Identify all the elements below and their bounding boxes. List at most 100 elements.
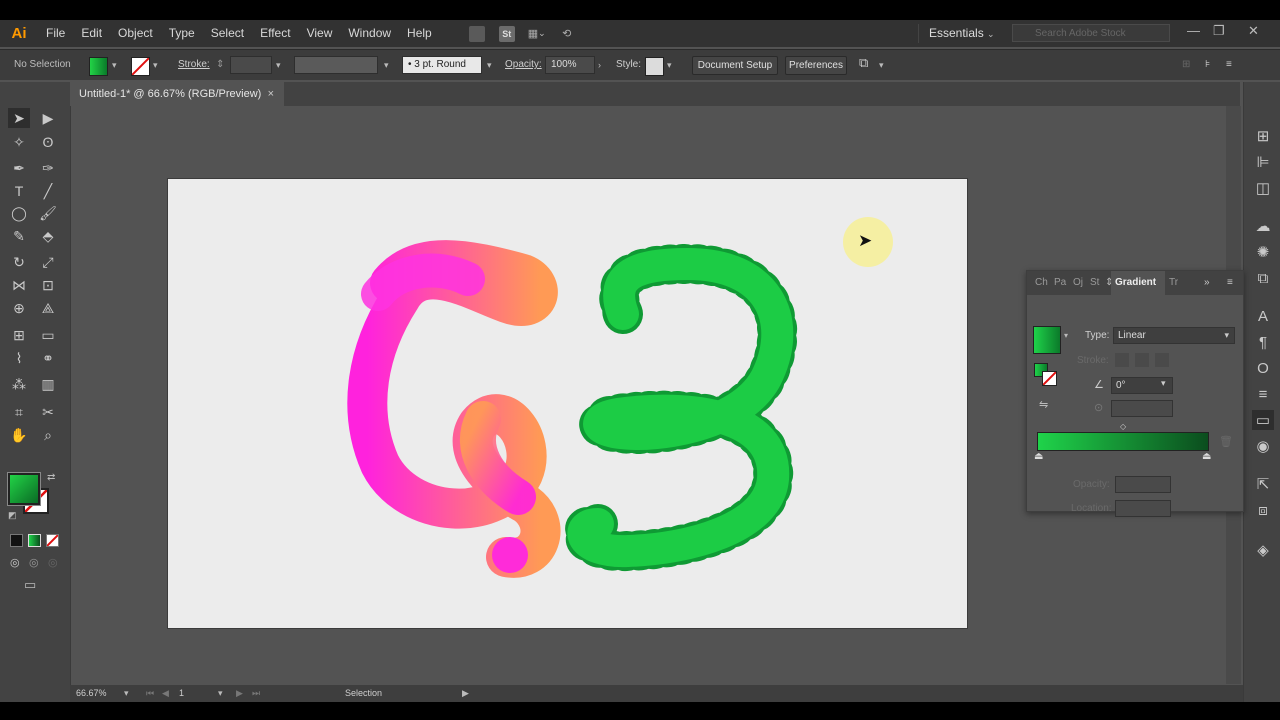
symbol-sprayer-icon[interactable]: ⁂	[8, 374, 30, 394]
preferences-button[interactable]: Preferences	[785, 56, 847, 75]
fill-color-box[interactable]	[8, 473, 40, 505]
menu-file[interactable]: File	[38, 20, 73, 47]
last-artboard-icon[interactable]: ⏭	[252, 685, 260, 702]
letter-g-artwork[interactable]	[347, 240, 561, 578]
arrange-icon[interactable]: ⧉	[859, 55, 868, 71]
direct-selection-tool-icon[interactable]: ▶	[37, 108, 59, 128]
document-tab[interactable]: Untitled-1* @ 66.67% (RGB/Preview) ×	[70, 82, 284, 106]
tab-stroke[interactable]: St	[1090, 271, 1099, 295]
stroke-panel-icon[interactable]: ≡	[1252, 384, 1274, 404]
arrange-documents-icon[interactable]: ▦ ⌄	[526, 25, 548, 43]
control-bar-menu-icon[interactable]: ≡	[1226, 57, 1232, 73]
gradient-ramp[interactable]	[1037, 432, 1209, 451]
menu-select[interactable]: Select	[203, 20, 252, 47]
tab-gradient[interactable]: Gradient	[1111, 271, 1165, 295]
opacity-arrow-icon[interactable]: ›	[598, 57, 601, 73]
rotate-tool-icon[interactable]: ↻	[8, 252, 30, 272]
brush-chevron-icon[interactable]: ▾	[487, 57, 492, 73]
menu-view[interactable]: View	[299, 20, 341, 47]
tab-character[interactable]: Ch	[1035, 271, 1048, 295]
menu-edit[interactable]: Edit	[73, 20, 110, 47]
color-guide-icon[interactable]: ✺	[1252, 242, 1274, 262]
prev-artboard-icon[interactable]: ◀	[162, 685, 169, 702]
stroke-indicator[interactable]	[1042, 371, 1057, 386]
mesh-tool-icon[interactable]: ⊞	[8, 325, 30, 345]
artboards-panel-icon[interactable]: ⧈	[1252, 500, 1274, 520]
gradient-mode-icon[interactable]	[28, 534, 41, 547]
pencil-tool-icon[interactable]: ✎	[8, 226, 30, 246]
curvature-tool-icon[interactable]: ✑	[37, 158, 59, 178]
menu-type[interactable]: Type	[161, 20, 203, 47]
midpoint-diamond-icon[interactable]: ◇	[1120, 422, 1126, 431]
draw-normal-icon[interactable]: ◎	[10, 556, 20, 569]
menu-effect[interactable]: Effect	[252, 20, 298, 47]
perspective-grid-icon[interactable]: ⟁	[37, 298, 59, 318]
blend-tool-icon[interactable]: ⚭	[37, 348, 59, 368]
tab-paragraph[interactable]: Pa	[1054, 271, 1066, 295]
pathfinder-panel-icon[interactable]: ◫	[1252, 178, 1274, 198]
selection-tool-icon[interactable]: ➤	[8, 108, 30, 128]
shape-builder-icon[interactable]: ⊕	[8, 298, 30, 318]
workspace-switcher[interactable]: Essentials ⌄	[918, 24, 1007, 43]
screen-mode-icon[interactable]: ▭	[24, 577, 36, 593]
stock-search-input[interactable]: Search Adobe Stock	[1012, 24, 1170, 42]
close-window-icon[interactable]: ✕	[1248, 23, 1259, 39]
paragraph-panel-icon[interactable]: ¶	[1252, 332, 1274, 352]
arrange-chevron-icon[interactable]: ▾	[879, 57, 884, 73]
first-artboard-icon[interactable]: ⏮	[146, 685, 154, 702]
type-tool-icon[interactable]: T	[8, 181, 30, 201]
swap-fill-stroke-icon[interactable]: ⇄	[47, 472, 55, 483]
gradient-preview-swatch[interactable]	[1033, 326, 1061, 354]
status-menu-arrow-icon[interactable]: ▶	[462, 685, 469, 702]
none-mode-icon[interactable]	[46, 534, 59, 547]
column-graph-icon[interactable]: ▥	[37, 374, 59, 394]
style-chevron-icon[interactable]: ▾	[667, 57, 672, 73]
export-icon[interactable]: ⇱	[1252, 474, 1274, 494]
document-setup-button[interactable]: Document Setup	[692, 56, 778, 75]
artboard-chevron-icon[interactable]: ▾	[218, 685, 223, 702]
gradient-panel-icon[interactable]: ▭	[1252, 410, 1274, 430]
default-colors-icon[interactable]: ◩	[8, 510, 17, 521]
profile-chevron-icon[interactable]: ▾	[384, 57, 389, 73]
transform-icon[interactable]: ⊧	[1205, 57, 1210, 73]
angle-chevron-icon[interactable]: ▾	[1161, 378, 1166, 389]
eyedropper-icon[interactable]: ⌇	[8, 348, 30, 368]
align-panel-icon[interactable]: ⊫	[1252, 152, 1274, 172]
variable-width-profile[interactable]	[294, 56, 378, 74]
lasso-icon[interactable]: ʘ	[37, 132, 59, 152]
minimize-icon[interactable]: —	[1187, 23, 1200, 38]
graphic-style-swatch[interactable]	[645, 57, 664, 76]
color-stop-left-icon[interactable]: ⏏	[1034, 451, 1043, 462]
stroke-swatch[interactable]	[131, 57, 150, 76]
stroke-weight-field[interactable]	[230, 56, 272, 74]
line-tool-icon[interactable]: ╱	[37, 181, 59, 201]
opentype-panel-icon[interactable]: O	[1252, 358, 1274, 378]
artboard-tool-icon[interactable]: ⌗	[8, 402, 30, 422]
character-panel-icon[interactable]: A	[1252, 306, 1274, 326]
paintbrush-icon[interactable]: 🖌	[37, 203, 59, 223]
zoom-tool-icon[interactable]: ⌕	[37, 425, 59, 445]
letter-b-artwork[interactable]	[563, 244, 798, 572]
transparency-panel-icon[interactable]: ◉	[1252, 436, 1274, 456]
gradient-preview-chevron-icon[interactable]: ▾	[1064, 331, 1068, 340]
ellipse-tool-icon[interactable]: ◯	[8, 203, 30, 223]
panel-menu-icon[interactable]: ≡	[1227, 271, 1233, 295]
artboard-number[interactable]: 1	[179, 685, 184, 702]
gpu-performance-icon[interactable]: ⟲	[556, 25, 578, 43]
menu-object[interactable]: Object	[110, 20, 161, 47]
draw-behind-icon[interactable]: ◎	[29, 556, 39, 569]
restore-icon[interactable]: ❐	[1213, 23, 1225, 39]
layers-panel-icon[interactable]: ◈	[1252, 540, 1274, 560]
zoom-level[interactable]: 66.67%	[76, 685, 107, 702]
eraser-icon[interactable]: ⬘	[37, 226, 59, 246]
zoom-chevron-icon[interactable]: ▾	[124, 685, 129, 702]
color-mode-icon[interactable]	[10, 534, 23, 547]
bridge-icon[interactable]	[466, 25, 488, 43]
stroke-stepper-icon[interactable]: ⇕	[216, 57, 224, 73]
free-transform-icon[interactable]: ⊡	[37, 275, 59, 295]
stroke-weight-chevron-icon[interactable]: ▾	[276, 57, 281, 73]
swatches-panel-icon[interactable]: ⧉	[1252, 268, 1274, 288]
reverse-gradient-icon[interactable]: ⇋	[1039, 398, 1048, 411]
next-artboard-icon[interactable]: ▶	[236, 685, 243, 702]
color-stop-right-icon[interactable]: ⏏	[1202, 451, 1211, 462]
